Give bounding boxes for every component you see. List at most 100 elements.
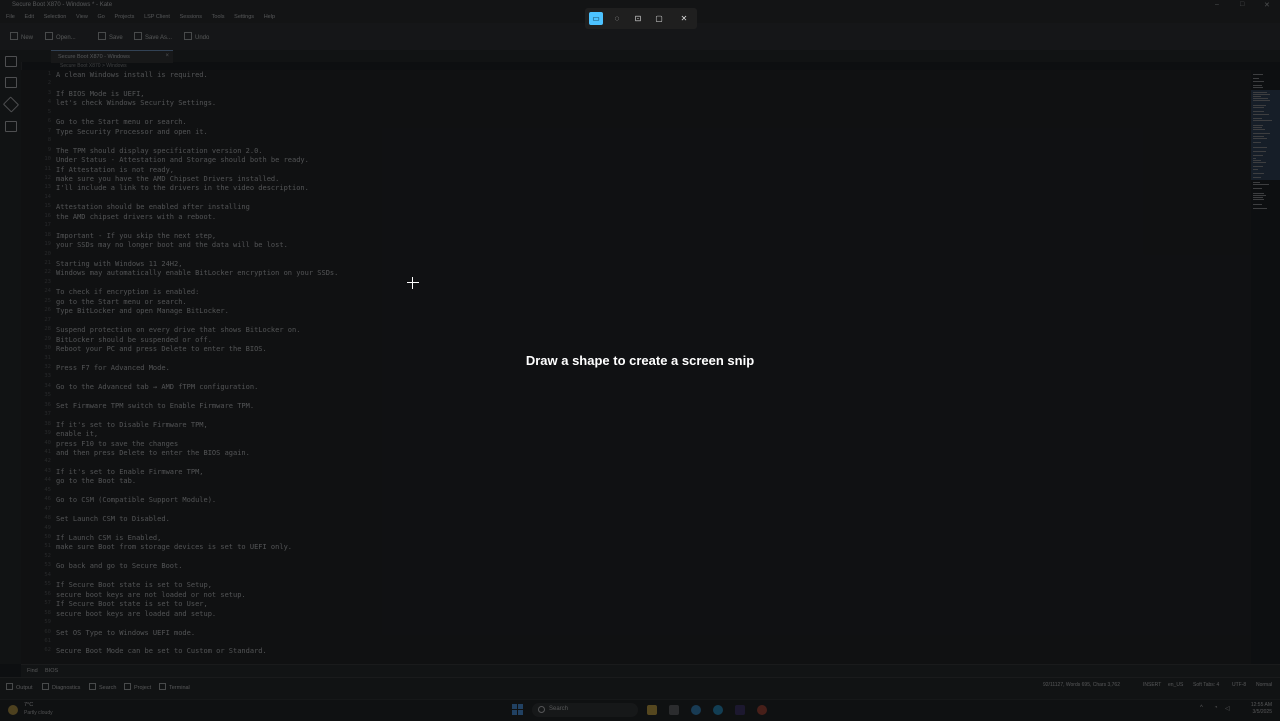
- code-line[interactable]: I'll include a link to the drivers in th…: [56, 184, 309, 192]
- code-line[interactable]: make sure you have the AMD Chipset Drive…: [56, 175, 279, 183]
- code-line[interactable]: let's check Windows Security Settings.: [56, 99, 216, 107]
- maximize-button[interactable]: □: [1240, 1, 1244, 8]
- project-tab[interactable]: Project: [124, 683, 151, 691]
- minimap[interactable]: [1251, 70, 1280, 220]
- menu-file[interactable]: File: [6, 14, 15, 20]
- tab-secure-boot[interactable]: Secure Boot X870 - Windows ×: [51, 50, 173, 63]
- minimap-line: [1253, 74, 1264, 75]
- premiere-icon[interactable]: [735, 705, 745, 715]
- code-line[interactable]: enable it,: [56, 430, 98, 438]
- code-line[interactable]: your SSDs may no longer boot and the dat…: [56, 241, 288, 249]
- code-line[interactable]: To check if encryption is enabled:: [56, 288, 199, 296]
- code-line[interactable]: Go to CSM (Compatible Support Module).: [56, 496, 216, 504]
- documents-icon[interactable]: [5, 56, 17, 67]
- input-mode[interactable]: INSERT: [1143, 682, 1161, 688]
- edge-icon[interactable]: [713, 705, 723, 715]
- output-tab[interactable]: Output: [6, 683, 33, 691]
- recorder-icon[interactable]: [757, 705, 767, 715]
- menu-sessions[interactable]: Sessions: [180, 14, 202, 20]
- tab-close-icon[interactable]: ×: [165, 53, 169, 59]
- code-line[interactable]: If Secure Boot state is set to User,: [56, 600, 208, 608]
- new-button[interactable]: New: [10, 32, 33, 41]
- code-line[interactable]: If it's set to Enable Firmware TPM,: [56, 468, 204, 476]
- code-line[interactable]: If Attestation is not ready,: [56, 166, 174, 174]
- git-icon[interactable]: [2, 96, 20, 113]
- code-line[interactable]: make sure Boot from storage devices is s…: [56, 543, 292, 551]
- clock[interactable]: 12:55 AM 3/5/2025: [1240, 702, 1272, 716]
- syntax-mode[interactable]: Normal: [1256, 682, 1272, 688]
- code-line[interactable]: Under Status - Attestation and Storage s…: [56, 156, 309, 164]
- taskbar-app-icon[interactable]: [669, 705, 679, 715]
- cursor-position[interactable]: 92/11127, Words 695, Chars 3,762: [1043, 682, 1120, 688]
- symbols-icon[interactable]: [5, 121, 17, 132]
- code-line[interactable]: Windows may automatically enable BitLock…: [56, 269, 338, 277]
- code-line[interactable]: the AMD chipset drivers with a reboot.: [56, 213, 216, 221]
- code-line[interactable]: and then press Delete to enter the BIOS …: [56, 449, 250, 457]
- menu-settings[interactable]: Settings: [234, 14, 254, 20]
- projects-icon[interactable]: [5, 77, 17, 88]
- menu-help[interactable]: Help: [264, 14, 275, 20]
- fullscreen-mode-icon[interactable]: ▢: [652, 12, 666, 25]
- spellcheck-language[interactable]: en_US: [1168, 682, 1183, 688]
- freeform-mode-icon[interactable]: ◌: [610, 12, 624, 25]
- search-tab[interactable]: Search: [89, 683, 116, 691]
- diagnostics-tab[interactable]: Diagnostics: [42, 683, 80, 691]
- close-snip-icon[interactable]: ✕: [677, 12, 691, 25]
- tray-chevron-icon[interactable]: ^: [1200, 705, 1203, 711]
- minimize-button[interactable]: –: [1215, 1, 1219, 8]
- code-line[interactable]: Reboot your PC and press Delete to enter…: [56, 345, 267, 353]
- minimap-line: [1253, 120, 1273, 122]
- code-line[interactable]: secure boot keys are not loaded or not s…: [56, 591, 246, 599]
- code-line[interactable]: Important - If you skip the next step,: [56, 232, 216, 240]
- code-line[interactable]: Type Security Processor and open it.: [56, 128, 208, 136]
- code-line[interactable]: secure boot keys are loaded and setup.: [56, 610, 216, 618]
- save-button[interactable]: Save: [98, 32, 123, 41]
- code-line[interactable]: press F10 to save the changes: [56, 440, 178, 448]
- menu-edit[interactable]: Edit: [25, 14, 34, 20]
- code-line[interactable]: Attestation should be enabled after inst…: [56, 203, 250, 211]
- code-line[interactable]: Type BitLocker and open Manage BitLocker…: [56, 307, 229, 315]
- code-line[interactable]: Go to the Advanced tab → AMD fTPM config…: [56, 383, 258, 391]
- code-line[interactable]: If Secure Boot state is set to Setup,: [56, 581, 212, 589]
- close-button[interactable]: ✕: [1264, 1, 1270, 9]
- code-line[interactable]: BitLocker should be suspended or off.: [56, 336, 212, 344]
- code-line[interactable]: A clean Windows install is required.: [56, 71, 208, 79]
- taskbar-search[interactable]: Search: [532, 703, 638, 717]
- start-button[interactable]: [512, 704, 523, 715]
- encoding[interactable]: UTF-8: [1232, 682, 1246, 688]
- file-explorer-icon[interactable]: [647, 705, 657, 715]
- code-line[interactable]: Go to the Start menu or search.: [56, 118, 187, 126]
- kate-icon[interactable]: [691, 705, 701, 715]
- open-button[interactable]: Open...: [45, 32, 76, 41]
- rectangle-mode-icon[interactable]: ▭: [589, 12, 603, 25]
- code-line[interactable]: Set OS Type to Windows UEFI mode.: [56, 629, 195, 637]
- code-line[interactable]: If Launch CSM is Enabled,: [56, 534, 161, 542]
- undo-button[interactable]: Undo: [184, 32, 209, 41]
- save-as-button[interactable]: Save As...: [134, 32, 172, 41]
- menu-selection[interactable]: Selection: [44, 14, 67, 20]
- weather-widget[interactable]: 7°C Partly cloudy: [8, 702, 68, 719]
- menu-view[interactable]: View: [76, 14, 88, 20]
- indentation[interactable]: Soft Tabs: 4: [1193, 682, 1219, 688]
- wifi-icon[interactable]: ◔: [1214, 705, 1218, 711]
- code-line[interactable]: Set Launch CSM to Disabled.: [56, 515, 170, 523]
- code-line[interactable]: The TPM should display specification ver…: [56, 147, 263, 155]
- breadcrumb[interactable]: Secure Boot X870 > Windows: [60, 63, 127, 69]
- code-line[interactable]: Suspend protection on every drive that s…: [56, 326, 300, 334]
- code-line[interactable]: go to the Start menu or search.: [56, 298, 187, 306]
- window-mode-icon[interactable]: ⊡: [631, 12, 645, 25]
- code-line[interactable]: Go back and go to Secure Boot.: [56, 562, 182, 570]
- find-input[interactable]: BIOS: [45, 668, 58, 674]
- menu-go[interactable]: Go: [98, 14, 105, 20]
- code-line[interactable]: Starting with Windows 11 24H2,: [56, 260, 182, 268]
- code-line[interactable]: If BIOS Mode is UEFI,: [56, 90, 145, 98]
- code-line[interactable]: Secure Boot Mode can be set to Custom or…: [56, 647, 267, 655]
- menu-projects[interactable]: Projects: [115, 14, 135, 20]
- code-line[interactable]: go to the Boot tab.: [56, 477, 136, 485]
- menu-lsp-client[interactable]: LSP Client: [144, 14, 170, 20]
- code-line[interactable]: If it's set to Disable Firmware TPM,: [56, 421, 208, 429]
- terminal-tab[interactable]: Terminal: [159, 683, 190, 691]
- menu-tools[interactable]: Tools: [212, 14, 225, 20]
- code-line[interactable]: Set Firmware TPM switch to Enable Firmwa…: [56, 402, 254, 410]
- volume-icon[interactable]: ◁: [1225, 705, 1230, 712]
